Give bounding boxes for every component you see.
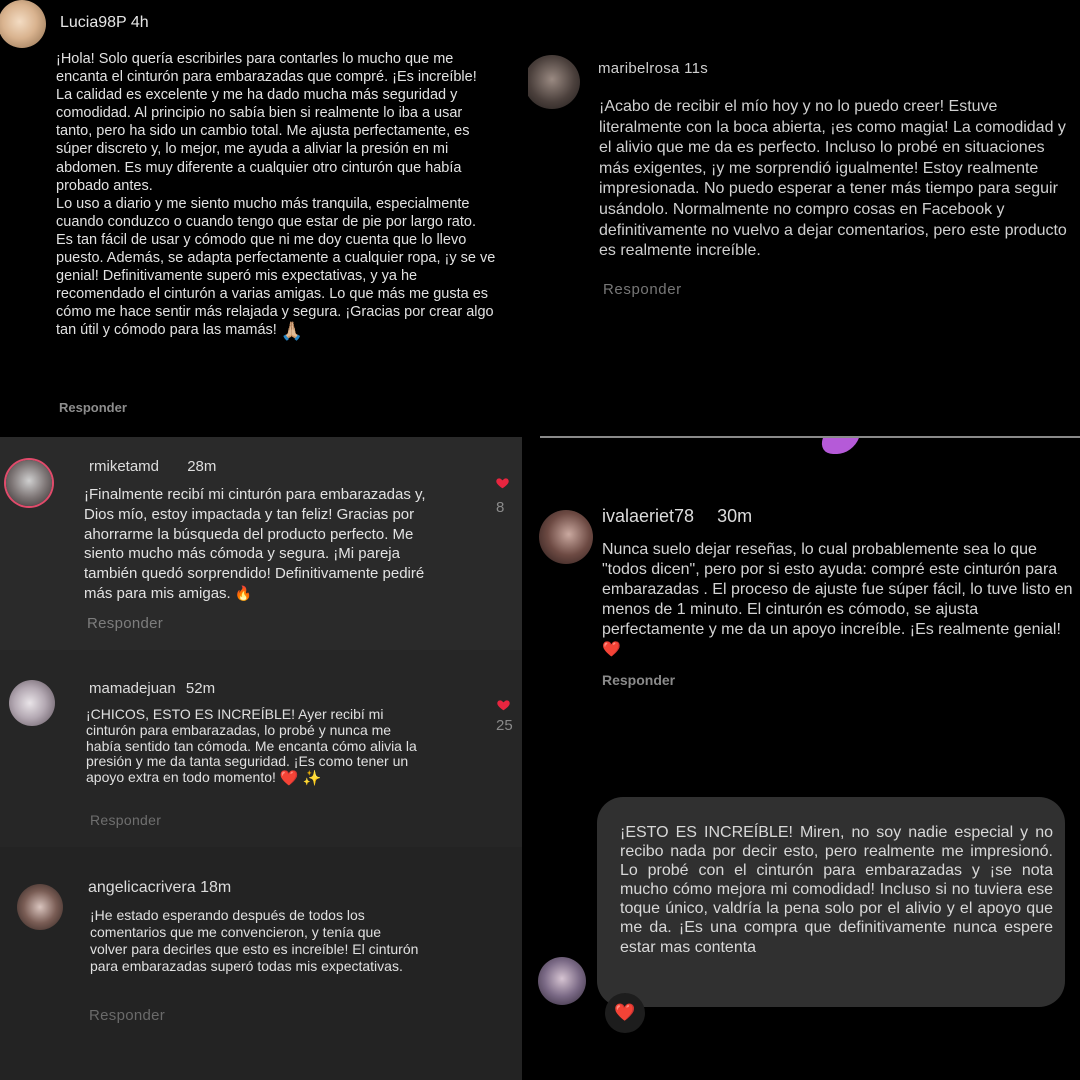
- heart-sparkles-emoji: ❤️ ✨: [279, 769, 322, 787]
- reply-link[interactable]: Responder: [602, 672, 675, 688]
- fire-emoji: 🔥: [234, 585, 253, 602]
- comment-text: ¡Acabo de recibir el mío hoy y no lo pue…: [599, 98, 1067, 260]
- reply-link[interactable]: Responder: [89, 1007, 165, 1024]
- comment-text: ¡Hola! Solo quería escribirles para cont…: [56, 50, 496, 340]
- divider: [540, 436, 1080, 438]
- username[interactable]: Lucia98P: [60, 14, 126, 31]
- comments-panel-left: rmiketamd 28m ¡Finalmente recibí mi cint…: [0, 437, 522, 1080]
- reply-link[interactable]: Responder: [603, 281, 682, 298]
- comment-angelicacrivera: angelicacrivera 18m ¡He estado esperando…: [0, 847, 522, 1080]
- avatar[interactable]: [17, 884, 63, 930]
- heart-icon[interactable]: [495, 476, 510, 490]
- avatar[interactable]: [538, 957, 586, 1005]
- comment-header: angelicacrivera 18m: [88, 879, 231, 897]
- timestamp: 4h: [130, 14, 149, 31]
- reply-link[interactable]: Responder: [87, 615, 163, 632]
- reply-link[interactable]: Responder: [90, 812, 161, 828]
- heart-icon[interactable]: [496, 698, 511, 712]
- timestamp: 11s: [684, 60, 709, 77]
- reply-link[interactable]: Responder: [59, 400, 127, 415]
- comment-text: ¡CHICOS, ESTO ES INCREÍBLE! Ayer recibí …: [86, 706, 426, 787]
- comment-header: rmiketamd 28m: [89, 458, 216, 475]
- avatar[interactable]: [539, 510, 593, 564]
- comment-text-content: ¡Finalmente recibí mi cinturón para emba…: [84, 486, 426, 602]
- reaction-badge[interactable]: ❤️: [605, 993, 645, 1033]
- username[interactable]: angelicacrivera: [88, 879, 196, 896]
- heart-emoji: ❤️: [602, 641, 621, 659]
- heart-reaction-icon: ❤️: [614, 1003, 636, 1022]
- comment-rmiketamd: rmiketamd 28m ¡Finalmente recibí mi cint…: [0, 437, 522, 650]
- username[interactable]: mamadejuan: [89, 680, 176, 697]
- avatar[interactable]: [0, 0, 46, 48]
- like-count: 8: [496, 499, 505, 516]
- comment-text-content: Nunca suelo dejar reseñas, lo cual proba…: [602, 541, 1073, 639]
- comment-text: ¡ESTO ES INCREÍBLE! Miren, no soy nadie …: [620, 824, 1053, 956]
- comment-lucia98p: Lucia98P 4h ¡Hola! Solo quería escribirl…: [0, 0, 528, 437]
- comment-text: Nunca suelo dejar reseñas, lo cual proba…: [602, 540, 1077, 661]
- avatar[interactable]: [6, 460, 52, 506]
- timestamp: 30m: [717, 506, 753, 526]
- username[interactable]: rmiketamd: [89, 458, 159, 475]
- comment-text-content: ¡CHICOS, ESTO ES INCREÍBLE! Ayer recibí …: [86, 706, 417, 786]
- timestamp: 28m: [187, 458, 217, 475]
- comment-header: Lucia98P 4h: [60, 14, 149, 32]
- comment-text-content: ¡Hola! Solo quería escribirles para cont…: [56, 51, 496, 339]
- decorative-shape: [817, 438, 859, 454]
- comment-bubble-box: ¡ESTO ES INCREÍBLE! Miren, no soy nadie …: [597, 797, 1065, 1007]
- timestamp: 52m: [185, 680, 216, 697]
- comment-ivalaeriet78: ivalaeriet78 30m Nunca suelo dejar reseñ…: [528, 480, 1080, 700]
- comment-text: ¡Finalmente recibí mi cinturón para emba…: [84, 485, 449, 604]
- comment-header: ivalaeriet78 30m: [602, 506, 752, 527]
- comment-text: ¡He estado esperando después de todos lo…: [90, 907, 419, 974]
- comment-maribelrosa: maribelrosa 11s ¡Acabo de recibir el mío…: [528, 0, 1080, 437]
- avatar[interactable]: [528, 55, 580, 109]
- comment-bubble: ¡ESTO ES INCREÍBLE! Miren, no soy nadie …: [522, 765, 1080, 1080]
- comment-mamadejuan: mamadejuan 52m ¡CHICOS, ESTO ES INCREÍBL…: [0, 650, 522, 847]
- comment-header: maribelrosa 11s: [598, 60, 708, 77]
- username[interactable]: maribelrosa: [598, 60, 680, 77]
- emoji: 🙏🏼: [280, 320, 304, 341]
- avatar[interactable]: [9, 680, 55, 726]
- like-count: 25: [496, 717, 513, 734]
- username[interactable]: ivalaeriet78: [602, 506, 694, 526]
- timestamp: 18m: [200, 879, 232, 896]
- comment-header: mamadejuan 52m: [89, 680, 215, 697]
